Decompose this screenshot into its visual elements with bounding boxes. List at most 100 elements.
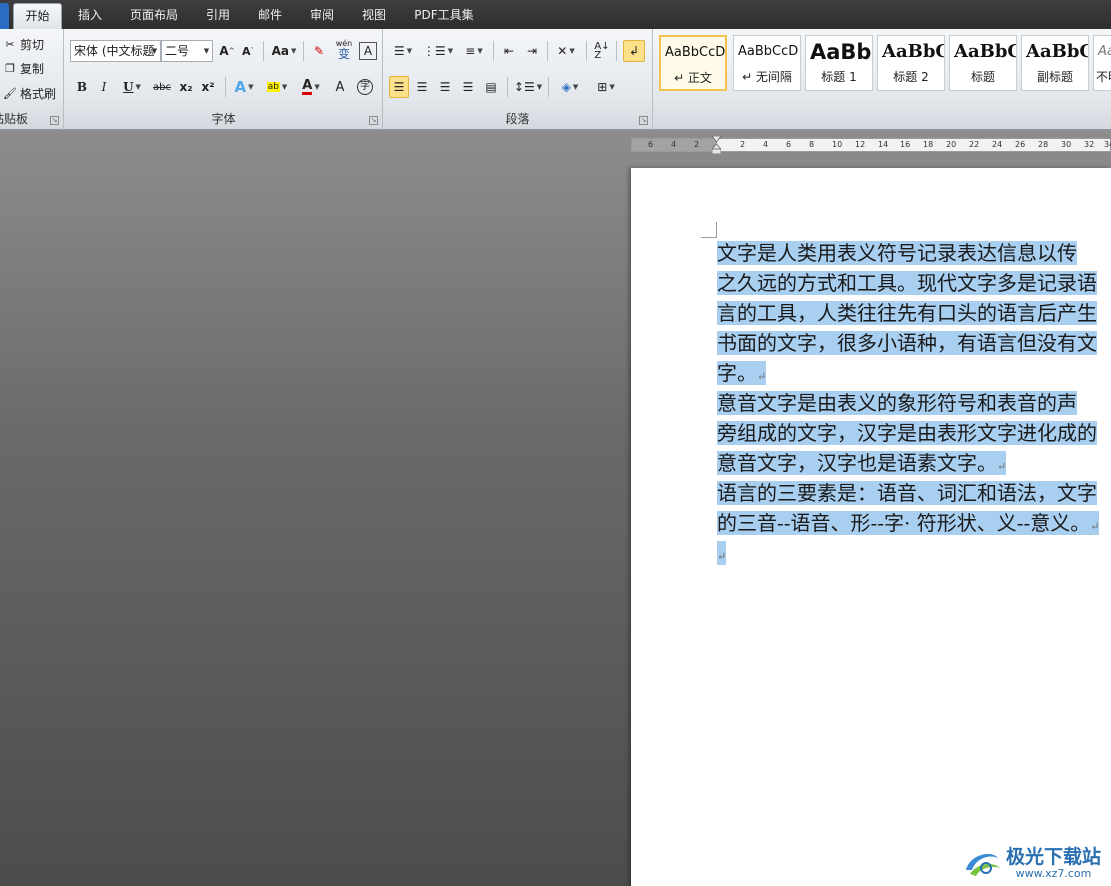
character-border-button[interactable]: A (359, 42, 377, 60)
document-line[interactable]: 意音文字，汉字也是语素文字。↵ (717, 448, 1007, 478)
copy-button[interactable]: ❐ 复制 (3, 59, 44, 79)
underline-button[interactable]: U ▼ (119, 76, 145, 98)
font-family-select[interactable]: 宋体 (中文标题 ▼ (70, 40, 161, 62)
subscript-button[interactable]: x₂ (177, 76, 195, 98)
font-color-button[interactable]: A ▼ (297, 76, 325, 98)
line-text: 意音文字，汉字也是语素文字。 (717, 451, 997, 475)
paragraph-mark: ↵ (757, 370, 767, 383)
align-left-button[interactable]: ☰ (389, 76, 409, 98)
selected-text[interactable]: 意音文字是由表义的象形符号和表音的声 (717, 391, 1077, 415)
italic-button[interactable]: I (95, 76, 113, 98)
document-line[interactable]: 之久远的方式和工具。现代文字多是记录语 (717, 268, 1097, 298)
selected-text[interactable]: 旁组成的文字，汉字是由表形文字进化成的 (717, 421, 1097, 445)
document-line[interactable]: 的三音--语音、形--字· 符形状、义--意义。↵ (717, 508, 1100, 538)
format-painter-label: 格式刷 (20, 87, 57, 101)
style-subtle-emphasis[interactable]: Aa 不明 (1093, 35, 1111, 91)
style-preview: AaBbCcD (738, 44, 799, 59)
justify-button[interactable]: ☰ (458, 76, 478, 98)
bold-button[interactable]: B (73, 76, 91, 98)
cut-button[interactable]: ✂ 剪切 (3, 35, 44, 55)
align-right-button[interactable]: ☰ (435, 76, 455, 98)
document-line[interactable]: 书面的文字，很多小语种，有语言但没有文 (717, 328, 1097, 358)
increase-indent-button[interactable]: ⇥ (522, 40, 542, 62)
distributed-button[interactable]: ▤ (481, 76, 501, 98)
tab-mailings[interactable]: 邮件 (248, 3, 292, 29)
style-preview: AaBbC (1026, 41, 1088, 62)
horizontal-ruler[interactable]: 642246810121416182022242628303234 (631, 138, 1111, 152)
sort-az-icon: A↓ Z (594, 41, 610, 61)
style-title[interactable]: AaBbC 标题 (949, 35, 1017, 91)
document-line[interactable]: ↵ (717, 538, 727, 568)
tab-pdf-tools[interactable]: PDF工具集 (406, 3, 482, 29)
document-line[interactable]: 言的工具，人类往往先有口头的语言后产生 (717, 298, 1097, 328)
strikethrough-button[interactable]: abc (151, 76, 173, 98)
clear-formatting-button[interactable]: ✎ (309, 40, 329, 62)
highlight-button[interactable]: ab ▼ (263, 76, 291, 98)
document-work-area[interactable]: 642246810121416182022242628303234 文字是人类用… (0, 130, 1111, 886)
style-subtitle[interactable]: AaBbC 副标题 (1021, 35, 1089, 91)
document-line[interactable]: 文字是人类用表义符号记录表达信息以传 (717, 238, 1077, 268)
indent-marker-icon[interactable] (712, 136, 721, 154)
selected-text[interactable]: ↵ (717, 541, 727, 565)
chevron-down-icon: ▼ (151, 47, 158, 55)
selected-text[interactable]: 意音文字，汉字也是语素文字。↵ (717, 451, 1007, 475)
style-name: 不明 (1096, 70, 1111, 84)
format-painter-button[interactable]: 🖌 格式刷 (3, 84, 56, 104)
character-shading-button[interactable]: A (331, 76, 349, 98)
text-effects-button[interactable]: A ▼ (231, 76, 257, 98)
show-hide-marks-button[interactable]: ↲ (623, 40, 645, 62)
border-icon: ⊞ (597, 80, 608, 94)
numbering-button[interactable]: ⋮☰ ▼ (423, 40, 453, 62)
tab-insert[interactable]: 插入 (68, 3, 112, 29)
selected-text[interactable]: 言的工具，人类往往先有口头的语言后产生 (717, 301, 1097, 325)
selected-text[interactable]: 书面的文字，很多小语种，有语言但没有文 (717, 331, 1097, 355)
superscript-button[interactable]: x² (199, 76, 217, 98)
file-menu-button[interactable] (0, 3, 9, 29)
tab-references[interactable]: 引用 (196, 3, 240, 29)
selected-text[interactable]: 语言的三要素是：语音、词汇和语法，文字 (717, 481, 1097, 505)
document-line[interactable]: 意音文字是由表义的象形符号和表音的声 (717, 388, 1077, 418)
decrease-indent-button[interactable]: ⇤ (499, 40, 519, 62)
selected-text[interactable]: 之久远的方式和工具。现代文字多是记录语 (717, 271, 1097, 295)
font-size-select[interactable]: 二号 ▼ (161, 40, 213, 62)
shading-button[interactable]: ◈ ▼ (555, 76, 585, 98)
tab-review[interactable]: 审阅 (300, 3, 344, 29)
line-text: 书面的文字，很多小语种，有语言但没有文 (717, 331, 1097, 355)
line-spacing-button[interactable]: ↕☰ ▼ (513, 76, 543, 98)
align-center-button[interactable]: ☰ (412, 76, 432, 98)
paragraph-dialog-launcher[interactable]: ↘ (639, 116, 648, 125)
document-line[interactable]: 语言的三要素是：语音、词汇和语法，文字 (717, 478, 1097, 508)
style-normal[interactable]: AaBbCcD ↵ 正文 (659, 35, 727, 91)
tab-page-layout[interactable]: 页面布局 (122, 3, 186, 29)
style-heading-2[interactable]: AaBbC 标题 2 (877, 35, 945, 91)
document-line[interactable]: 字。↵ (717, 358, 767, 388)
tab-view[interactable]: 视图 (352, 3, 396, 29)
line-text: 文字是人类用表义符号记录表达信息以传 (717, 241, 1077, 265)
document-page[interactable]: 文字是人类用表义符号记录表达信息以传 之久远的方式和工具。现代文字多是记录语 言的工… (631, 168, 1111, 886)
selected-text[interactable]: 文字是人类用表义符号记录表达信息以传 (717, 241, 1077, 265)
align-left-icon: ☰ (393, 80, 405, 94)
enclose-characters-button[interactable]: 字 (355, 76, 375, 98)
style-no-spacing[interactable]: AaBbCcD ↵ 无间隔 (733, 35, 801, 91)
change-case-button[interactable]: Aa ▼ (270, 40, 298, 62)
clipboard-dialog-launcher[interactable]: ↘ (50, 116, 59, 125)
ribbon: ✂ 剪切 ❐ 复制 🖌 格式刷 粘贴板 ↘ 宋体 (中文标题 ▼ 二号 ▼ A^… (0, 29, 1111, 130)
grow-font-button[interactable]: A ^ (218, 40, 236, 62)
document-line[interactable]: 旁组成的文字，汉字是由表形文字进化成的 (717, 418, 1097, 448)
selected-text[interactable]: 字。↵ (717, 361, 767, 385)
chinese-layout-button[interactable]: ✕ ▼ (552, 40, 580, 62)
borders-button[interactable]: ⊞ ▼ (591, 76, 621, 98)
ruler-tick-label: 6 (786, 140, 792, 149)
bullets-button[interactable]: ☰ ▼ (389, 40, 417, 62)
watermark-logo-icon (965, 853, 1000, 876)
phonetic-guide-button[interactable]: wén 变 (332, 38, 356, 60)
copy-label: 复制 (20, 62, 45, 76)
font-dialog-launcher[interactable]: ↘ (369, 116, 378, 125)
style-heading-1[interactable]: AaBb 标题 1 (805, 35, 873, 91)
style-preview: AaBbC (954, 41, 1016, 62)
selected-text[interactable]: 的三音--语音、形--字· 符形状、义--意义。↵ (717, 511, 1100, 535)
tab-home[interactable]: 开始 (13, 3, 62, 29)
sort-button[interactable]: A↓ Z (592, 40, 612, 62)
shrink-font-button[interactable]: Aˇ (239, 40, 257, 62)
multilevel-list-button[interactable]: ≡ ▼ (459, 40, 489, 62)
